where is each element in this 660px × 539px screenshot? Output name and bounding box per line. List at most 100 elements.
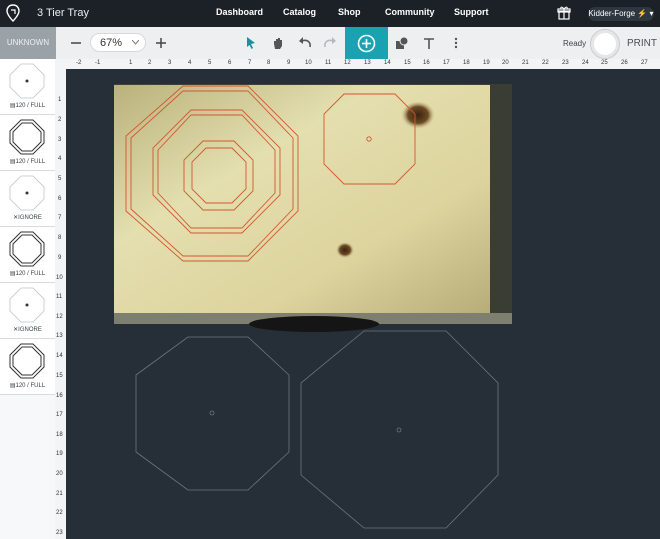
design-item-label: ✕IGNORE xyxy=(13,215,42,221)
app-logo-icon[interactable] xyxy=(6,4,20,22)
ruler-tick-label: 15 xyxy=(404,60,411,66)
design-canvas[interactable] xyxy=(66,69,660,539)
shapes-icon[interactable] xyxy=(395,36,409,50)
wood-knot xyxy=(336,242,354,258)
zoom-value: 67% xyxy=(100,37,123,49)
nav-dashboard[interactable]: Dashboard xyxy=(216,7,263,17)
redo-icon[interactable] xyxy=(323,36,337,50)
design-item[interactable]: ▤120 / FULL xyxy=(0,227,55,283)
ruler-tick-label: 11 xyxy=(325,60,332,66)
unplaced-design-octagon-large[interactable] xyxy=(300,330,499,529)
dot-thumbnail-icon xyxy=(9,287,45,323)
zoom-select[interactable]: 67% xyxy=(90,33,146,52)
ruler-tick-label: 21 xyxy=(522,60,529,66)
ruler-tick-label: 15 xyxy=(56,373,63,379)
ruler-tick-label: 13 xyxy=(56,333,63,339)
ruler-tick-label: 12 xyxy=(344,60,351,66)
more-options-icon[interactable] xyxy=(449,36,463,50)
design-item[interactable]: ✕IGNORE xyxy=(0,283,55,339)
ruler-horizontal: -2 -1 1 2 3 4 5 6 7 8 9 10 11 12 13 14 1… xyxy=(55,59,660,69)
ruler-tick-label: 6 xyxy=(58,196,62,202)
undo-icon[interactable] xyxy=(298,36,312,50)
ruler-vertical: 1 2 3 4 5 6 7 8 9 10 11 12 13 14 15 16 1… xyxy=(55,69,66,539)
ruler-tick-label: 25 xyxy=(601,60,608,66)
ruler-tick-label: 23 xyxy=(562,60,569,66)
ruler-tick-label: 4 xyxy=(188,60,192,66)
octagon-thumbnail-icon xyxy=(9,231,45,267)
ruler-tick-label: 23 xyxy=(56,530,63,536)
ruler-tick-label: 1 xyxy=(58,97,62,103)
chevron-down-icon xyxy=(132,40,139,45)
ruler-tick-label: 7 xyxy=(58,215,62,221)
nav-support[interactable]: Support xyxy=(454,7,489,17)
print-button[interactable]: PRINT xyxy=(627,38,657,49)
ruler-tick-label: 2 xyxy=(148,60,152,66)
ruler-tick-label: 19 xyxy=(56,451,63,457)
camera-view xyxy=(114,84,512,332)
nav-community[interactable]: Community xyxy=(385,7,435,17)
print-status-dial xyxy=(590,29,620,59)
ruler-tick-label: 14 xyxy=(56,353,63,359)
bed-shadow xyxy=(249,316,379,332)
user-menu[interactable]: Kidder-Forge ⚡ ▾ xyxy=(588,7,654,21)
ruler-tick-label: 4 xyxy=(58,156,62,162)
pointer-tool-icon[interactable] xyxy=(244,36,258,50)
top-bar: 3 Tier Tray Dashboard Catalog Shop Commu… xyxy=(0,0,660,27)
ruler-tick-label: 7 xyxy=(248,60,252,66)
ruler-tick-label: 13 xyxy=(364,60,371,66)
ruler-tick-label: 22 xyxy=(56,510,63,516)
ruler-tick-label: 8 xyxy=(58,235,62,241)
ruler-tick-label: 27 xyxy=(641,60,648,66)
ruler-tick-label: 8 xyxy=(267,60,271,66)
user-name: Kidder-Forge xyxy=(588,9,636,18)
ruler-tick-label: 3 xyxy=(168,60,172,66)
ruler-tick-label: 26 xyxy=(621,60,628,66)
zoom-out-icon[interactable] xyxy=(69,36,83,50)
design-item-label: ▤120 / FULL xyxy=(9,103,46,109)
zoom-in-icon[interactable] xyxy=(154,36,168,50)
add-design-button[interactable] xyxy=(345,27,388,59)
dot-thumbnail-icon xyxy=(9,63,45,99)
design-item-label: ▤120 / FULL xyxy=(9,271,46,277)
ruler-tick-label: 10 xyxy=(56,275,63,281)
design-list-sidebar: ▤120 / FULL ▤120 / FULL ✕IGNORE ▤120 / F… xyxy=(0,59,56,539)
document-title[interactable]: 3 Tier Tray xyxy=(37,7,89,19)
octagon-thumbnail-icon xyxy=(9,119,45,155)
ruler-tick-label: 3 xyxy=(58,137,62,143)
ruler-tick-label: 17 xyxy=(56,412,63,418)
bed-edge xyxy=(490,84,512,324)
ruler-tick-label: 18 xyxy=(463,60,470,66)
design-item-label: ▤120 / FULL xyxy=(9,383,46,389)
design-item[interactable]: ▤120 / FULL xyxy=(0,59,55,115)
ruler-tick-label: 21 xyxy=(56,491,63,497)
design-item[interactable]: ▤120 / FULL xyxy=(0,115,55,171)
ruler-tick-label: 6 xyxy=(228,60,232,66)
ruler-tick-label: 19 xyxy=(483,60,490,66)
workspace[interactable] xyxy=(66,69,660,539)
pan-hand-icon[interactable] xyxy=(271,36,285,50)
ruler-tick-label: 9 xyxy=(58,255,62,261)
ruler-tick-label: 11 xyxy=(56,294,63,300)
ruler-tick-label: 20 xyxy=(56,471,63,477)
ruler-tick-label: 18 xyxy=(56,432,63,438)
ruler-tick-label: 14 xyxy=(384,60,391,66)
ruler-tick-label: 16 xyxy=(56,393,63,399)
ruler-tick-label: 16 xyxy=(423,60,430,66)
nav-catalog[interactable]: Catalog xyxy=(283,7,316,17)
nav-shop[interactable]: Shop xyxy=(338,7,361,17)
design-item[interactable]: ✕IGNORE xyxy=(0,171,55,227)
plus-circle-icon xyxy=(357,34,376,53)
ruler-tick-label: 24 xyxy=(582,60,589,66)
chevron-down-icon: ▾ xyxy=(649,9,654,18)
ruler-tick-label: 22 xyxy=(542,60,549,66)
dot-thumbnail-icon xyxy=(9,175,45,211)
design-item-label: ▤120 / FULL xyxy=(9,159,46,165)
lightning-icon: ⚡ xyxy=(637,9,648,18)
unplaced-design-octagon[interactable] xyxy=(135,336,290,491)
design-item[interactable]: ▤120 / FULL xyxy=(0,339,55,395)
ruler-tick-label: -1 xyxy=(95,60,101,66)
text-tool-icon[interactable] xyxy=(422,36,436,50)
gift-icon[interactable] xyxy=(557,6,571,20)
design-item-label: ✕IGNORE xyxy=(13,327,42,333)
ruler-tick-label: 5 xyxy=(208,60,212,66)
